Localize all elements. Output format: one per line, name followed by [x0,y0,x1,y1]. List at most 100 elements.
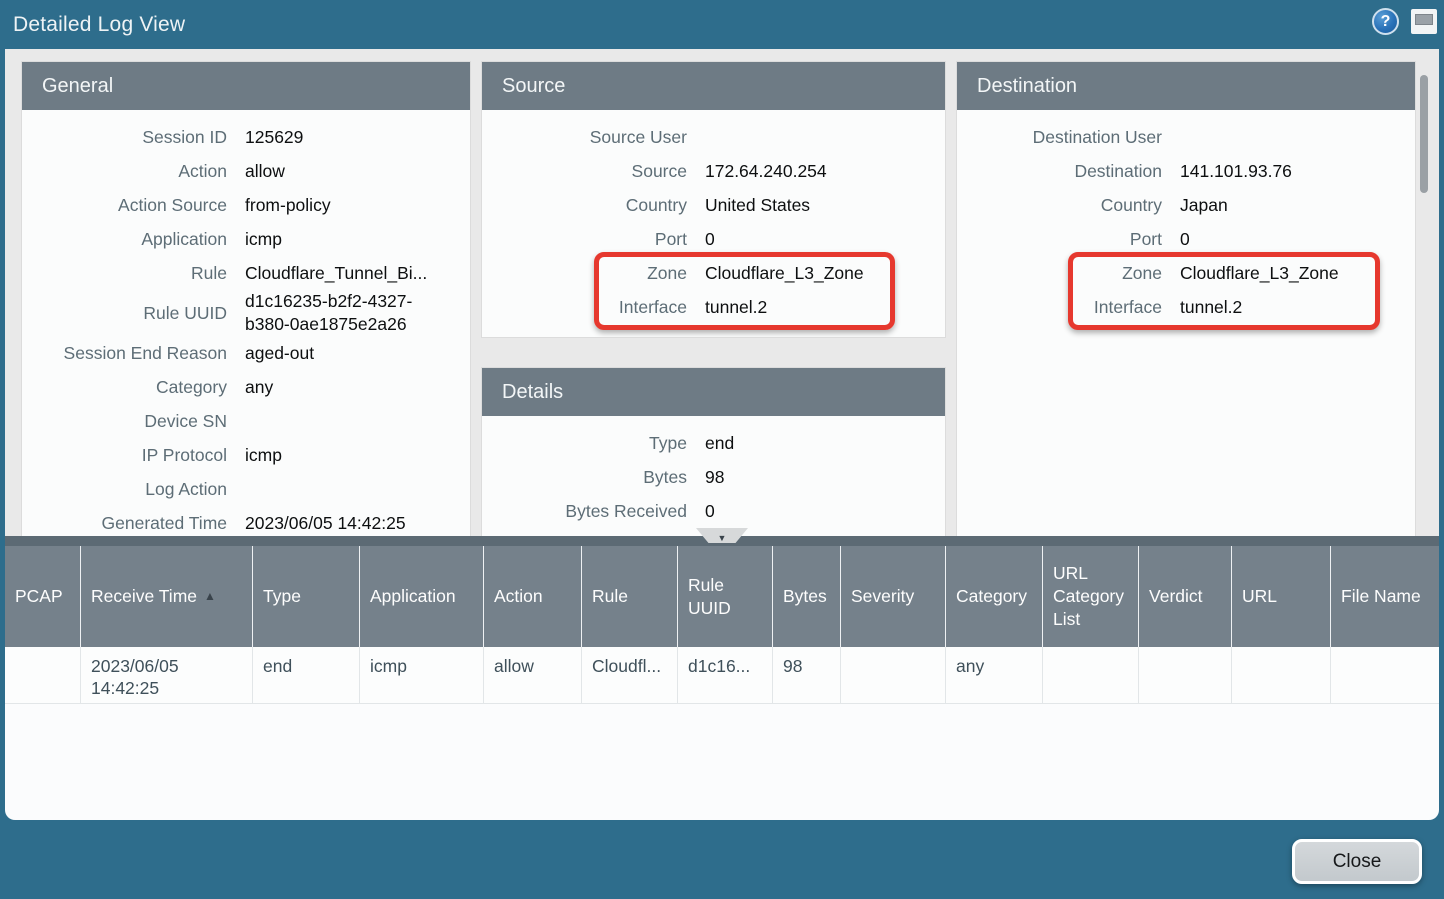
field-row: IP Protocol icmp [22,438,470,472]
column-header-rule[interactable]: Rule [582,546,678,647]
details-panel: Details Typeend Bytes98 Bytes Received0 [482,368,945,536]
field-row: Application icmp [22,222,470,256]
cell-file-name [1331,647,1439,703]
field-value: 98 [705,466,910,489]
field-row: RuleCloudflare_Tunnel_Bi... [22,256,470,290]
field-label: Destination [957,160,1162,183]
column-header-action[interactable]: Action [484,546,582,647]
field-label: IP Protocol [22,444,227,467]
field-label: Interface [957,296,1162,319]
general-panel-title: General [22,62,470,110]
source-panel-body: Source User Source 172.64.240.254 Country… [482,110,945,324]
field-label: Country [482,194,687,217]
cell-action: allow [484,647,582,703]
field-row: Log Action [22,472,470,506]
field-row: Interface tunnel.2 [482,290,945,324]
log-table: PCAP Receive Time ▲ Type Application Acti… [5,536,1439,820]
table-row[interactable]: 2023/06/05 14:42:25 end icmp allow Cloud… [5,647,1439,704]
field-value: from-policy [245,194,450,217]
sort-ascending-icon: ▲ [204,585,216,608]
field-value: tunnel.2 [705,296,910,319]
field-label: Source [482,160,687,183]
field-row: Destination User [957,120,1415,154]
field-row: Destination 141.101.93.76 [957,154,1415,188]
field-label: Destination User [957,126,1162,149]
column-header-url-category-list[interactable]: URL Category List [1043,546,1139,647]
column-header-category[interactable]: Category [946,546,1043,647]
field-row: Categoryany [22,370,470,404]
field-label: Action Source [22,194,227,217]
cell-severity [841,647,946,703]
field-value: United States [705,194,910,217]
field-value: 0 [705,500,910,523]
column-header-pcap[interactable]: PCAP [5,546,81,647]
details-panel-title: Details [482,368,945,416]
details-panel-body: Typeend Bytes98 Bytes Received0 [482,416,945,528]
field-value: end [705,432,910,455]
field-row: Session End Reason aged-out [22,336,470,370]
field-row: Port0 [957,222,1415,256]
field-row: Source User [482,120,945,154]
column-header-receive-time[interactable]: Receive Time ▲ [81,546,253,647]
field-row: ZoneCloudflare_L3_Zone [482,256,945,290]
field-value: 141.101.93.76 [1180,160,1385,183]
help-icon[interactable]: ? [1372,8,1399,35]
field-row: Typeend [482,426,945,460]
source-panel-title: Source [482,62,945,110]
field-value: icmp [245,228,450,251]
cell-rule-uuid: d1c16... [678,647,773,703]
field-row: Bytes 98 [482,460,945,494]
column-header-url[interactable]: URL [1232,546,1331,647]
window-glyph [1415,14,1433,25]
cell-category: any [946,647,1043,703]
column-header-type[interactable]: Type [253,546,360,647]
field-row: Country United States [482,188,945,222]
cell-url-category-list [1043,647,1139,703]
field-label: Action [22,160,227,183]
dialog-titlebar: Detailed Log View ? [0,0,1444,49]
field-row: Source 172.64.240.254 [482,154,945,188]
cell-type: end [253,647,360,703]
column-header-file-name[interactable]: File Name [1331,546,1439,647]
field-row: Port0 [482,222,945,256]
field-value: 0 [705,228,910,251]
destination-panel-body: Destination User Destination 141.101.93.7… [957,110,1415,324]
field-row: Interface tunnel.2 [957,290,1415,324]
cell-url [1232,647,1331,703]
column-header-label: Receive Time [91,585,197,608]
general-panel: General Session ID125629 Actionallow Act… [22,62,470,536]
window-restore-icon[interactable] [1411,9,1437,34]
field-value: aged-out [245,342,450,365]
field-label: Bytes [482,466,687,489]
vertical-scrollbar-thumb[interactable] [1420,75,1428,193]
field-value: 172.64.240.254 [705,160,910,183]
field-label: Application [22,228,227,251]
cell-verdict [1139,647,1232,703]
field-value: any [245,376,450,399]
field-value: Cloudflare_L3_Zone [705,262,910,285]
field-value: 2023/06/05 14:42:25 [245,512,450,535]
field-value: tunnel.2 [1180,296,1385,319]
column-header-bytes[interactable]: Bytes [773,546,841,647]
cell-bytes: 98 [773,647,841,703]
column-header-application[interactable]: Application [360,546,484,647]
field-row: CountryJapan [957,188,1415,222]
field-label: Log Action [22,478,227,501]
field-row: Rule UUIDd1c16235-b2f2-4327-b380-0ae1875… [22,290,470,336]
column-header-severity[interactable]: Severity [841,546,946,647]
field-row: ZoneCloudflare_L3_Zone [957,256,1415,290]
field-row: Device SN [22,404,470,438]
general-panel-body: Session ID125629 Actionallow Action Sour… [22,110,470,536]
field-value: d1c16235-b2f2-4327-b380-0ae1875e2a26 [245,290,450,336]
column-header-verdict[interactable]: Verdict [1139,546,1232,647]
field-row: Session ID125629 [22,120,470,154]
field-label: Session ID [22,126,227,149]
field-label: Interface [482,296,687,319]
dialog-title: Detailed Log View [13,0,185,49]
field-label: Session End Reason [22,342,227,365]
field-value: Cloudflare_L3_Zone [1180,262,1385,285]
field-value: icmp [245,444,450,467]
field-value: Cloudflare_Tunnel_Bi... [245,262,450,285]
column-header-rule-uuid[interactable]: Rule UUID [678,546,773,647]
close-button[interactable]: Close [1292,839,1422,884]
